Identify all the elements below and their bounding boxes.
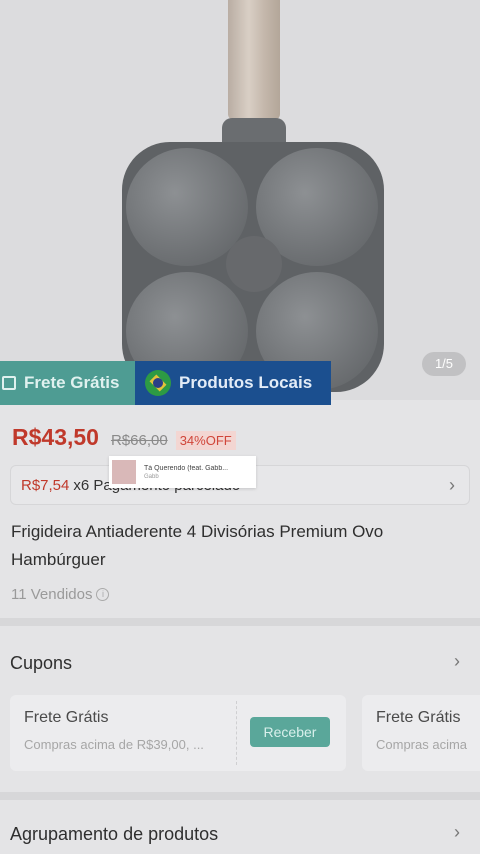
discount-badge: 34%OFF (175, 431, 236, 450)
price-row: R$43,50 R$66,00 34%OFF (12, 424, 236, 451)
frete-gratis-badge: Frete Grátis (0, 361, 135, 405)
chevron-right-icon: › (449, 474, 455, 495)
album-art (112, 460, 136, 484)
pan-handle (228, 0, 280, 120)
produtos-locais-label: Produtos Locais (179, 373, 313, 392)
current-price: R$43,50 (12, 424, 99, 450)
coupons-header[interactable]: Cupons (10, 653, 72, 674)
coupon-description: Compras acima de R$39,00, ... (24, 737, 204, 752)
sold-count: 11 Vendidos i (11, 586, 110, 603)
chevron-right-icon[interactable]: › (454, 651, 460, 672)
truck-icon (2, 376, 16, 390)
chevron-right-icon[interactable]: › (454, 822, 460, 843)
receive-coupon-button[interactable]: Receber (250, 717, 330, 747)
product-title: Frigideira Antiaderente 4 Divisórias Pre… (11, 522, 384, 569)
song-artist: Gabb (144, 473, 159, 480)
image-counter: 1/5 (422, 352, 466, 376)
coupon-title: Frete Grátis (376, 709, 461, 726)
music-popup[interactable]: Tá Querendo (feat. Gabb... Gabb (109, 456, 256, 488)
sold-label: 11 Vendidos (11, 586, 93, 603)
product-badges: Frete Grátis Produtos Locais (0, 361, 331, 405)
frete-gratis-label: Frete Grátis (24, 373, 120, 392)
installment-amount: R$7,54 (21, 476, 70, 494)
info-icon[interactable]: i (96, 588, 110, 601)
brazil-flag-icon (145, 370, 171, 396)
pan-center (226, 236, 282, 292)
section-divider (0, 618, 480, 626)
product-image-gallery[interactable]: 1/5 (0, 0, 480, 400)
coupon-separator (236, 701, 237, 765)
coupon-card: Frete Grátis Compras acima (362, 695, 480, 771)
coupon-title: Frete Grátis (24, 709, 109, 726)
original-price: R$66,00 (110, 432, 168, 449)
produtos-locais-badge: Produtos Locais (135, 361, 331, 405)
product-grouping-header[interactable]: Agrupamento de produtos (10, 824, 218, 845)
coupon-description: Compras acima (376, 737, 468, 752)
section-divider (0, 792, 480, 800)
song-title: Tá Querendo (feat. Gabb... (144, 464, 229, 472)
